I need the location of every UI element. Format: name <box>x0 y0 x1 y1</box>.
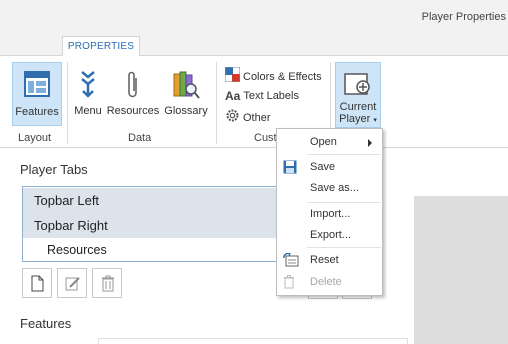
ribbon: Features Layout Menu Resources Glossary … <box>0 56 508 148</box>
menu-separator <box>307 247 381 248</box>
gear-icon <box>225 108 240 128</box>
submenu-arrow-icon <box>368 139 372 147</box>
window-title: Player Properties <box>421 11 506 23</box>
menu-item-label: Open <box>310 136 337 148</box>
menu-item-label: Save <box>310 161 336 173</box>
current-player-dropdown-menu: Open Save Save as... Import... Export... <box>276 128 383 296</box>
new-page-icon <box>31 275 44 292</box>
resources-button[interactable]: Resources <box>106 62 160 126</box>
features-panel <box>98 338 408 344</box>
player-tabs-list: Topbar Left Topbar Right Resources <box>22 186 284 262</box>
current-player-label: Player <box>339 113 371 125</box>
delete-tab-button[interactable] <box>92 268 122 298</box>
menu-item-label: Delete <box>310 276 342 288</box>
glossary-button[interactable]: Glossary <box>162 62 210 126</box>
glossary-books-icon <box>172 70 200 103</box>
other-label: Other <box>243 111 271 124</box>
features-layout-icon <box>24 71 50 100</box>
group-label-customize: Cust <box>254 132 277 144</box>
menu-item-import[interactable]: Import... <box>277 203 382 225</box>
title-bar: Player Properties <box>0 0 508 36</box>
colors-effects-button[interactable]: Colors & Effects <box>224 66 322 83</box>
menu-item-label: Import... <box>310 208 351 220</box>
group-separator <box>216 62 217 144</box>
menu-button-label: Menu <box>74 105 102 117</box>
resources-button-label: Resources <box>106 105 160 117</box>
features-button-label: Features <box>15 106 59 118</box>
colors-effects-icon <box>224 66 241 87</box>
menu-button[interactable]: Menu <box>72 62 104 126</box>
paperclip-icon <box>125 70 141 103</box>
glossary-button-label: Glossary <box>164 105 208 117</box>
menu-item-reset[interactable]: Reset <box>277 249 382 271</box>
menu-arrow-icon <box>78 70 98 101</box>
new-tab-button[interactable] <box>22 268 52 298</box>
text-labels-label: Text Labels <box>243 90 299 102</box>
group-label-layout: Layout <box>18 132 52 144</box>
text-labels-icon: Aa <box>225 89 241 104</box>
current-player-label-line2: Player ▾ <box>336 113 380 127</box>
player-tabs-title: Player Tabs <box>20 162 88 177</box>
colors-effects-label: Colors & Effects <box>243 70 322 83</box>
menu-separator <box>307 154 381 155</box>
list-item[interactable]: Topbar Right <box>23 213 283 238</box>
menu-item-save[interactable]: Save <box>277 156 382 178</box>
current-player-button[interactable]: Current Player ▾ <box>335 62 381 128</box>
group-separator <box>67 62 68 144</box>
edit-tab-button[interactable] <box>57 268 87 298</box>
tab-properties[interactable]: PROPERTIES <box>62 36 140 57</box>
trash-icon <box>283 275 295 297</box>
menu-item-label: Export... <box>310 229 351 241</box>
features-title: Features <box>20 316 72 331</box>
group-label-data: Data <box>128 132 152 144</box>
menu-item-label: Save as... <box>310 182 359 194</box>
menu-item-delete[interactable]: Delete <box>277 271 382 293</box>
menu-item-save-as[interactable]: Save as... <box>277 177 382 199</box>
menu-item-label: Reset <box>310 254 339 266</box>
edit-icon <box>65 277 80 291</box>
preview-panel <box>414 196 508 344</box>
current-player-icon <box>344 71 372 102</box>
text-labels-button[interactable]: Aa Text Labels <box>225 88 299 104</box>
menu-item-open[interactable]: Open <box>277 131 382 153</box>
list-item[interactable]: Topbar Left <box>23 188 283 213</box>
other-button[interactable]: Other <box>225 108 271 124</box>
chevron-down-icon: ▾ <box>373 117 377 124</box>
menu-item-export[interactable]: Export... <box>277 224 382 246</box>
features-button[interactable]: Features <box>12 62 62 126</box>
ribbon-tab-strip: PROPERTIES <box>0 36 508 57</box>
list-item[interactable]: Resources <box>23 238 283 263</box>
trash-icon <box>102 275 114 292</box>
